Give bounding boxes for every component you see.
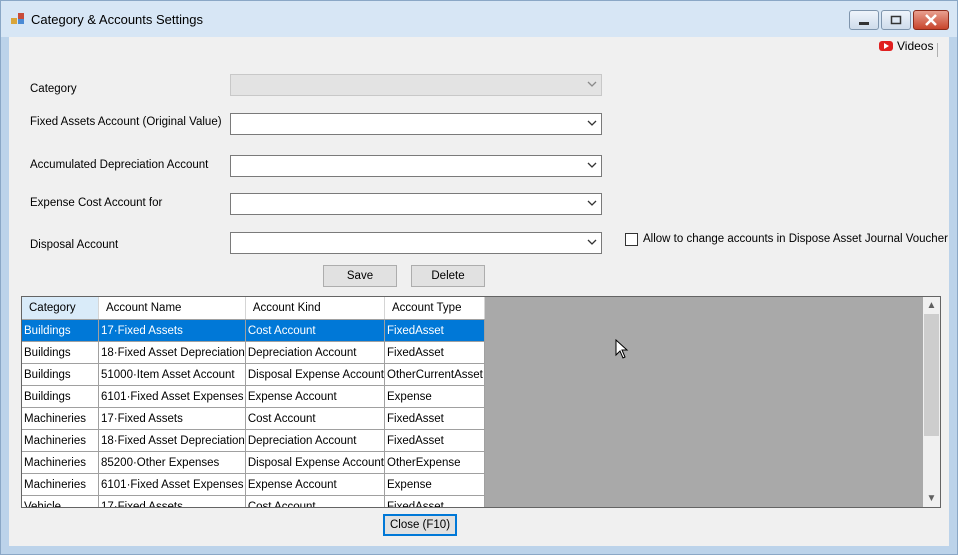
cell-account-name: 17·Fixed Assets xyxy=(98,407,246,430)
category-combo[interactable] xyxy=(230,74,602,96)
client-area: Videos Category Fixed Assets Account (Or… xyxy=(9,37,949,546)
expense-cost-combo[interactable] xyxy=(230,193,602,215)
window-title: Category & Accounts Settings xyxy=(31,12,203,27)
fixed-assets-label: Fixed Assets Account (Original Value) xyxy=(30,116,222,128)
table-header-row: Category Account Name Account Kind Accou… xyxy=(22,297,485,320)
toolbar-separator xyxy=(937,43,938,57)
cell-category: Buildings xyxy=(22,385,99,408)
cell-account-name: 17·Fixed Assets xyxy=(98,495,246,507)
cell-account-type: OtherExpense xyxy=(384,451,485,474)
disposal-combo[interactable] xyxy=(230,232,602,254)
table-row[interactable]: Machineries 17·Fixed Assets Cost Account… xyxy=(22,407,485,430)
table-row[interactable]: Buildings 51000·Item Asset Account Dispo… xyxy=(22,363,485,386)
allow-change-checkbox[interactable] xyxy=(625,233,638,246)
cell-category: Buildings xyxy=(22,341,99,364)
cell-account-kind: Cost Account xyxy=(245,495,386,507)
title-bar[interactable]: Category & Accounts Settings xyxy=(1,1,957,37)
restore-button[interactable] xyxy=(881,10,911,30)
mouse-cursor-icon xyxy=(615,339,629,359)
save-button[interactable]: Save xyxy=(323,265,397,287)
fixed-assets-combo[interactable] xyxy=(230,113,602,135)
minimize-button[interactable] xyxy=(849,10,879,30)
cell-account-type: FixedAsset xyxy=(384,429,485,452)
cell-category: Machineries xyxy=(22,429,99,452)
table-row[interactable]: Buildings 18·Fixed Asset Depreciation De… xyxy=(22,341,485,364)
column-header-account-kind[interactable]: Account Kind xyxy=(245,297,386,320)
cell-account-type: Expense xyxy=(384,385,485,408)
restore-icon xyxy=(890,15,902,25)
column-header-category[interactable]: Category xyxy=(22,297,99,320)
cell-category: Machineries xyxy=(22,473,99,496)
cell-account-kind: Disposal Expense Account xyxy=(245,451,386,474)
scroll-down-arrow-icon[interactable]: ▼ xyxy=(923,490,940,507)
cell-account-type: FixedAsset xyxy=(384,495,485,507)
column-header-account-name[interactable]: Account Name xyxy=(98,297,246,320)
cell-account-type: FixedAsset xyxy=(384,341,485,364)
cell-account-kind: Disposal Expense Account xyxy=(245,363,386,386)
cell-category: Buildings xyxy=(22,363,99,386)
cell-account-type: Expense xyxy=(384,473,485,496)
minimize-icon xyxy=(859,22,869,25)
scroll-up-arrow-icon[interactable]: ▲ xyxy=(923,297,940,314)
table-row[interactable]: Machineries 85200·Other Expenses Disposa… xyxy=(22,451,485,474)
cell-category: Machineries xyxy=(22,451,99,474)
table-row[interactable]: Machineries 6101·Fixed Asset Expenses Ex… xyxy=(22,473,485,496)
cell-account-kind: Expense Account xyxy=(245,473,386,496)
cell-account-kind: Cost Account xyxy=(245,407,386,430)
table-row[interactable]: Buildings 17·Fixed Assets Cost Account F… xyxy=(22,319,485,342)
cell-account-name: 85200·Other Expenses xyxy=(98,451,246,474)
close-window-button[interactable] xyxy=(913,10,949,30)
vertical-scrollbar[interactable]: ▲ ▼ xyxy=(923,297,940,507)
category-label: Category xyxy=(30,83,77,95)
cell-account-name: 51000·Item Asset Account xyxy=(98,363,246,386)
chevron-down-icon xyxy=(587,200,597,206)
videos-link[interactable]: Videos xyxy=(879,39,933,53)
accum-dep-combo[interactable] xyxy=(230,155,602,177)
cell-category: Machineries xyxy=(22,407,99,430)
cell-category: Buildings xyxy=(22,319,99,342)
cell-account-name: 18·Fixed Asset Depreciation xyxy=(98,429,246,452)
cell-account-name: 18·Fixed Asset Depreciation xyxy=(98,341,246,364)
table-row[interactable]: Machineries 18·Fixed Asset Depreciation … xyxy=(22,429,485,452)
table-row[interactable]: Vehicle 17·Fixed Assets Cost Account Fix… xyxy=(22,495,485,507)
cell-account-name: 6101·Fixed Asset Expenses xyxy=(98,385,246,408)
cell-account-kind: Depreciation Account xyxy=(245,429,386,452)
close-button[interactable]: Close (F10) xyxy=(383,514,457,536)
column-header-account-type[interactable]: Account Type xyxy=(384,297,485,320)
cell-category: Vehicle xyxy=(22,495,99,507)
disposal-label: Disposal Account xyxy=(30,239,119,251)
cell-account-kind: Expense Account xyxy=(245,385,386,408)
cell-account-type: FixedAsset xyxy=(384,407,485,430)
chevron-down-icon xyxy=(587,120,597,126)
cell-account-kind: Depreciation Account xyxy=(245,341,386,364)
app-icon xyxy=(11,13,24,24)
cell-account-name: 17·Fixed Assets xyxy=(98,319,246,342)
table-row[interactable]: Buildings 6101·Fixed Asset Expenses Expe… xyxy=(22,385,485,408)
expense-cost-label: Expense Cost Account for xyxy=(30,197,163,209)
chevron-down-icon xyxy=(587,81,597,87)
cell-account-name: 6101·Fixed Asset Expenses xyxy=(98,473,246,496)
videos-label: Videos xyxy=(897,39,934,53)
accum-dep-label: Accumulated Depreciation Account xyxy=(30,159,209,171)
cell-account-type: OtherCurrentAsset xyxy=(384,363,485,386)
accounts-grid[interactable]: Category Account Name Account Kind Accou… xyxy=(21,296,941,508)
delete-button[interactable]: Delete xyxy=(411,265,485,287)
window: Category & Accounts Settings Videos Cate… xyxy=(0,0,958,555)
chevron-down-icon xyxy=(587,162,597,168)
chevron-down-icon xyxy=(587,239,597,245)
close-icon xyxy=(925,14,937,26)
scroll-thumb[interactable] xyxy=(924,314,939,436)
cell-account-kind: Cost Account xyxy=(245,319,386,342)
youtube-icon xyxy=(879,41,893,51)
allow-change-label: Allow to change accounts in Dispose Asse… xyxy=(643,233,948,245)
accounts-table: Category Account Name Account Kind Accou… xyxy=(22,297,485,507)
cell-account-type: FixedAsset xyxy=(384,319,485,342)
